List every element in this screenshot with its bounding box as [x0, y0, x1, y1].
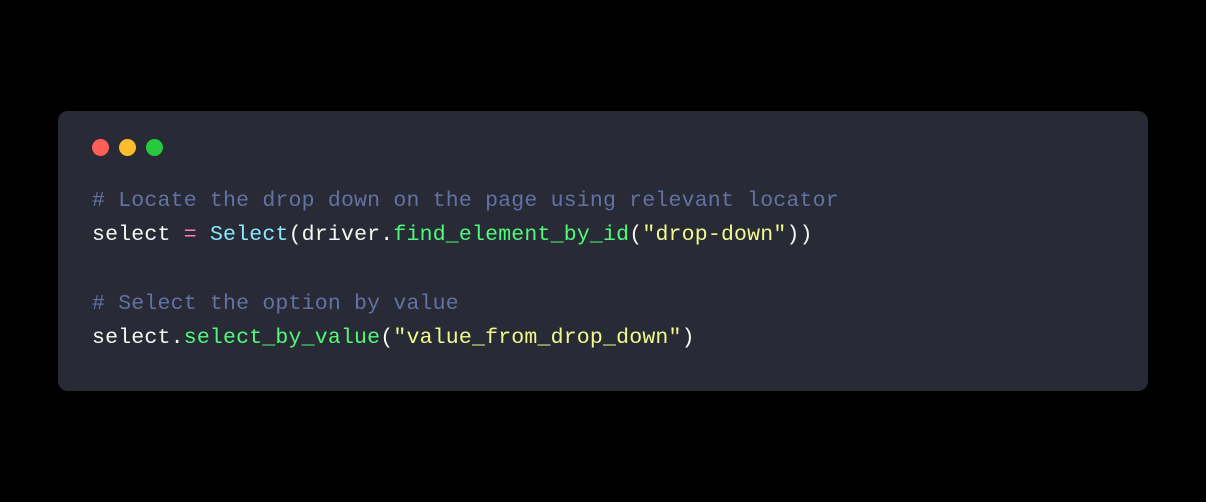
- code-block: # Locate the drop down on the page using…: [92, 184, 1114, 356]
- operator-text: =: [184, 223, 197, 247]
- code-text: select: [92, 223, 184, 247]
- code-line: select.select_by_value("value_from_drop_…: [92, 321, 1114, 355]
- comment-text: # Select the option by value: [92, 292, 459, 316]
- zoom-icon[interactable]: [146, 139, 163, 156]
- method-text: select_by_value: [184, 326, 381, 350]
- method-text: find_element_by_id: [393, 223, 629, 247]
- code-text: )): [786, 223, 812, 247]
- minimize-icon[interactable]: [119, 139, 136, 156]
- code-window: # Locate the drop down on the page using…: [58, 111, 1148, 392]
- page-frame: # Locate the drop down on the page using…: [0, 0, 1206, 502]
- code-text: (: [629, 223, 642, 247]
- code-text: ): [682, 326, 695, 350]
- code-text: select.: [92, 326, 184, 350]
- code-line: # Select the option by value: [92, 287, 1114, 321]
- string-text: "drop-down": [642, 223, 786, 247]
- window-controls: [92, 139, 1114, 156]
- code-text: (driver.: [289, 223, 394, 247]
- close-icon[interactable]: [92, 139, 109, 156]
- comment-text: # Locate the drop down on the page using…: [92, 189, 839, 213]
- string-text: "value_from_drop_down": [393, 326, 681, 350]
- class-text: Select: [210, 223, 289, 247]
- code-line: select = Select(driver.find_element_by_i…: [92, 218, 1114, 252]
- blank-line: [92, 252, 1114, 286]
- code-text: [197, 223, 210, 247]
- code-line: # Locate the drop down on the page using…: [92, 184, 1114, 218]
- code-text: (: [380, 326, 393, 350]
